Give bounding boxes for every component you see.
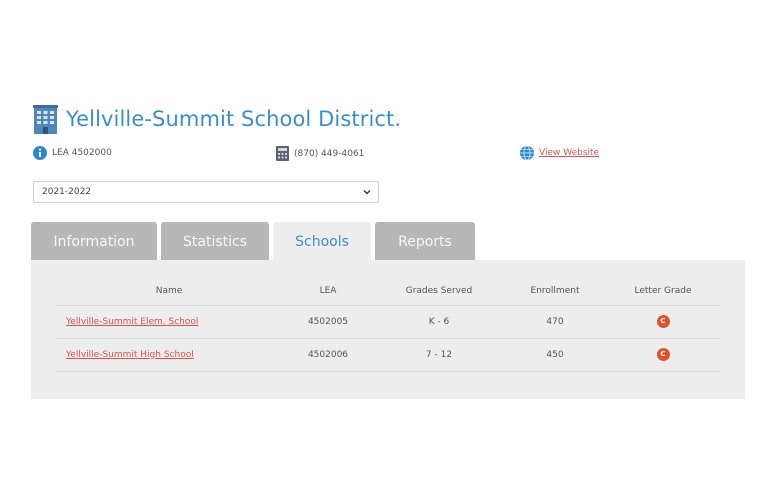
tab-schools[interactable]: Schools bbox=[273, 222, 371, 261]
info-icon bbox=[33, 146, 47, 160]
letter-grade-badge: C bbox=[656, 315, 670, 328]
table-row: Yellville-Summit High School 4502006 7 -… bbox=[56, 338, 720, 372]
chevron-down-icon bbox=[363, 190, 371, 195]
school-letter-grade-cell: C bbox=[606, 338, 720, 372]
lea-info: LEA 4502000 bbox=[33, 146, 112, 160]
school-lea-cell: 4502005 bbox=[282, 305, 374, 339]
school-link[interactable]: Yellville-Summit High School bbox=[66, 350, 194, 360]
district-info-row: LEA 4502000 (870) 449-4061 View Website bbox=[33, 146, 733, 162]
header-name: Name bbox=[56, 278, 282, 306]
tab-statistics[interactable]: Statistics bbox=[161, 222, 269, 261]
phone-number: (870) 449-4061 bbox=[294, 148, 365, 159]
table-row: Yellville-Summit Elem. School 4502005 K … bbox=[56, 305, 720, 339]
table-header-row: Name LEA Grades Served Enrollment Letter… bbox=[56, 278, 720, 306]
school-enrollment-cell: 450 bbox=[504, 338, 606, 372]
school-grades-cell: 7 - 12 bbox=[374, 338, 504, 372]
school-name-cell: Yellville-Summit High School bbox=[56, 338, 282, 372]
page-title: Yellville-Summit School District. bbox=[66, 107, 402, 131]
tab-reports[interactable]: Reports bbox=[375, 222, 475, 261]
school-grades-cell: K - 6 bbox=[374, 305, 504, 339]
phone-icon bbox=[276, 146, 289, 161]
school-year-value: 2021-2022 bbox=[42, 187, 92, 197]
lea-number: LEA 4502000 bbox=[52, 148, 112, 158]
school-building-icon bbox=[33, 104, 58, 134]
header-letter-grade: Letter Grade bbox=[606, 278, 720, 306]
tab-information[interactable]: Information bbox=[31, 222, 157, 261]
header-enrollment: Enrollment bbox=[504, 278, 606, 306]
school-year-select[interactable]: 2021-2022 bbox=[33, 181, 379, 203]
view-website-link[interactable]: View Website bbox=[539, 148, 599, 158]
phone-info: (870) 449-4061 bbox=[276, 146, 364, 161]
school-link[interactable]: Yellville-Summit Elem. School bbox=[66, 317, 198, 327]
school-letter-grade-cell: C bbox=[606, 305, 720, 339]
district-tabs: Information Statistics Schools Reports bbox=[31, 222, 479, 261]
schools-panel: Name LEA Grades Served Enrollment Letter… bbox=[31, 260, 745, 399]
letter-grade-badge: C bbox=[656, 348, 670, 361]
school-lea-cell: 4502006 bbox=[282, 338, 374, 372]
website-info: View Website bbox=[520, 146, 599, 160]
schools-table: Name LEA Grades Served Enrollment Letter… bbox=[56, 278, 720, 372]
globe-icon bbox=[520, 146, 534, 160]
school-name-cell: Yellville-Summit Elem. School bbox=[56, 305, 282, 339]
district-header: Yellville-Summit School District. bbox=[33, 104, 401, 134]
school-enrollment-cell: 470 bbox=[504, 305, 606, 339]
header-lea: LEA bbox=[282, 278, 374, 306]
header-grades-served: Grades Served bbox=[374, 278, 504, 306]
